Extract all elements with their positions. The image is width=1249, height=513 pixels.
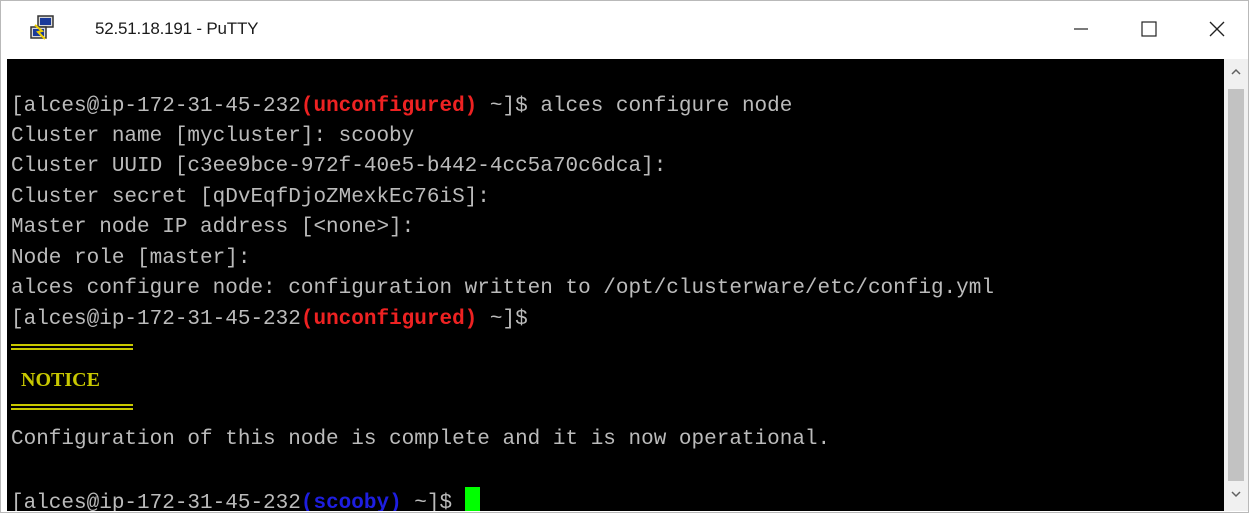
terminal-line: [alces@ip-172-31-45-232(scooby) ~]$ bbox=[11, 487, 480, 511]
terminal-line: alces configure node: configuration writ… bbox=[11, 277, 994, 300]
prompt-state: (unconfigured) bbox=[300, 308, 478, 331]
notice-rule-bottom bbox=[11, 404, 133, 410]
notice-heading: NOTICE bbox=[21, 369, 100, 391]
prompt-state: (scooby) bbox=[300, 492, 402, 511]
prompt-tail: ~]$ bbox=[477, 95, 541, 118]
terminal-output[interactable]: [alces@ip-172-31-45-232(unconfigured) ~]… bbox=[7, 59, 1224, 511]
maximize-icon bbox=[1141, 21, 1157, 37]
scroll-thumb[interactable] bbox=[1228, 89, 1244, 481]
close-button[interactable] bbox=[1189, 1, 1245, 57]
terminal-line: Master node IP address [<none>]: bbox=[11, 216, 415, 239]
notice-rule-top bbox=[11, 344, 133, 350]
chevron-up-icon[interactable] bbox=[1230, 67, 1242, 77]
minimize-button[interactable] bbox=[1053, 1, 1109, 57]
text-cursor bbox=[464, 487, 480, 511]
terminal-line: [alces@ip-172-31-45-232(unconfigured) ~]… bbox=[11, 308, 528, 332]
minimize-icon bbox=[1074, 28, 1088, 30]
terminal-line: Node role [master]: bbox=[11, 247, 251, 270]
prompt-user: [alces@ip-172-31-45-232 bbox=[11, 95, 301, 118]
prompt-user: [alces@ip-172-31-45-232 bbox=[11, 308, 301, 331]
prompt-user: [alces@ip-172-31-45-232 bbox=[11, 492, 301, 511]
terminal-line: Cluster name [mycluster]: scooby bbox=[11, 125, 415, 148]
terminal-line: Configuration of this node is complete a… bbox=[11, 428, 831, 451]
prompt-state: (unconfigured) bbox=[300, 95, 478, 118]
window-title: 52.51.18.191 - PuTTY bbox=[95, 19, 259, 38]
vertical-scrollbar[interactable] bbox=[1224, 59, 1248, 511]
command-text: alces configure node bbox=[540, 95, 793, 118]
prompt-tail: ~]$ bbox=[477, 308, 528, 331]
terminal-line: Cluster secret [qDvEqfDjoZMexkEc76iS]: bbox=[11, 186, 490, 209]
terminal-line: Cluster UUID [c3ee9bce-972f-40e5-b442-4c… bbox=[11, 155, 667, 178]
maximize-button[interactable] bbox=[1121, 1, 1177, 57]
chevron-down-icon[interactable] bbox=[1230, 489, 1242, 499]
putty-window: 52.51.18.191 - PuTTY [alces@ip-172-31-45… bbox=[0, 0, 1249, 513]
close-icon bbox=[1209, 21, 1225, 37]
prompt-tail: ~]$ bbox=[401, 492, 465, 511]
title-bar[interactable]: 52.51.18.191 - PuTTY bbox=[1, 1, 1248, 57]
terminal-line: [alces@ip-172-31-45-232(unconfigured) ~]… bbox=[11, 95, 792, 119]
putty-icon[interactable] bbox=[29, 15, 55, 41]
